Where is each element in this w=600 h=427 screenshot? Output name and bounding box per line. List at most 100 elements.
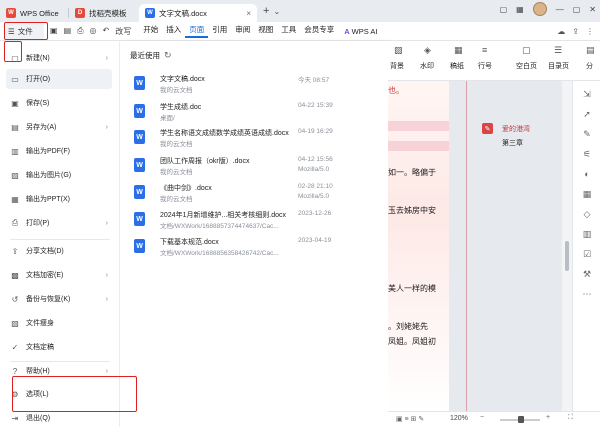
word-file-icon: W — [134, 130, 145, 144]
file-path: 我的云文档 — [160, 87, 193, 94]
menu-item-save-as[interactable]: ▤ 另存为(A) › — [6, 117, 112, 137]
tab-template[interactable]: D 找稻壳模板 — [69, 4, 139, 22]
tab-tools[interactable]: 工具 — [277, 24, 300, 38]
close-tab-icon[interactable]: × — [246, 9, 251, 18]
zoom-slider-knob[interactable] — [518, 416, 524, 423]
vertical-scrollbar[interactable] — [562, 81, 572, 411]
menu-item-label: 输出为PPT(X) — [26, 196, 70, 203]
tab-member[interactable]: 会员专享 — [300, 24, 338, 38]
tab-document[interactable]: W 文字文稿.docx × — [139, 4, 257, 22]
cloud-icon[interactable]: ☁ — [557, 27, 565, 36]
background-icon: ▨ — [394, 45, 403, 55]
recent-title-label: 最近使用 — [130, 51, 160, 60]
tab-page[interactable]: 页面 — [185, 24, 209, 38]
wps-ai-button[interactable]: A WPS AI — [344, 27, 377, 36]
chevron-right-icon: › — [105, 367, 108, 375]
word-file-icon: W — [134, 239, 145, 253]
recent-file-item[interactable]: W 学生名称语文成绩数学成绩英语成绩.docx 我的云文档 04-19 16:2… — [134, 127, 374, 153]
menu-item-export-ppt[interactable]: ▦ 输出为PPT(X) — [6, 189, 112, 209]
maximize-icon[interactable]: ▢ — [573, 5, 581, 14]
menu-item-export-image[interactable]: ▨ 输出为图片(G) — [6, 165, 112, 185]
zoom-level[interactable]: 120% — [450, 415, 468, 422]
close-window-icon[interactable]: ✕ — [589, 5, 596, 14]
menu-item-finalize[interactable]: ✓ 文档定稿 — [6, 337, 112, 357]
adjust-icon[interactable]: ⚟ — [581, 149, 593, 161]
tab-start[interactable]: 开始 — [139, 24, 162, 38]
menu-item-print[interactable]: ⎙ 打印(P) › — [6, 213, 112, 233]
print-icon: ⎙ — [11, 218, 19, 227]
chevron-right-icon: › — [105, 295, 108, 303]
chevron-right-icon: › — [105, 271, 108, 279]
file-time: 今天 08:57 — [298, 77, 330, 84]
recent-file-item[interactable]: W 2024年1月新增维护...相关考核细则.docx 文档/WXWork/16… — [134, 209, 374, 235]
file-name: 文字文稿.docx — [160, 76, 205, 83]
ribbon-label: 背景 — [390, 63, 404, 70]
undo-icon[interactable]: ↶ — [103, 26, 110, 37]
zoom-out-icon[interactable]: − — [480, 414, 484, 421]
menu-item-compress[interactable]: ▧ 文件瘦身 — [6, 313, 112, 333]
document-page[interactable]: 也。 如一。略偏于 玉去姊房中安 美人一样的模 。刘姥姥先 凤姐。凤姐初 — [388, 81, 449, 411]
menu-item-save[interactable]: ▣ 保存(S) — [6, 93, 112, 113]
compress-icon: ▧ — [11, 318, 19, 328]
tab-insert[interactable]: 插入 — [162, 24, 185, 38]
zoom-in-icon[interactable]: + — [546, 414, 550, 421]
print-quick-icon[interactable]: ⎙ — [77, 26, 83, 37]
translate-icon[interactable]: ◐ — [581, 169, 593, 181]
save-quick-icon[interactable]: ▣ — [50, 26, 58, 37]
finalize-icon: ✓ — [11, 342, 19, 352]
tab-wps-office[interactable]: W WPS Office — [0, 4, 68, 22]
tab-list-chevron-icon[interactable]: ⌄ — [273, 7, 280, 16]
expand-icon[interactable]: ⇲ — [581, 89, 593, 101]
refresh-icon[interactable]: ↻ — [164, 50, 172, 61]
menu-item-open[interactable]: ▭ 打开(O) — [6, 69, 112, 89]
view-mode-icons[interactable]: ▣ ≡ ⊞ ✎ — [396, 415, 424, 423]
ai-icon: A — [344, 26, 350, 36]
comment-user: 爱的港湾 — [502, 126, 530, 133]
window-grid-icon[interactable]: ▦ — [516, 5, 524, 14]
layout-icon[interactable]: ▦ — [581, 189, 593, 201]
recent-file-item[interactable]: W 团队工作周报（okr版）.docx 我的云文档 04-12 15:56 Mo… — [134, 155, 374, 181]
new-tab-button[interactable]: + — [263, 5, 269, 17]
tab-view[interactable]: 视图 — [254, 24, 277, 38]
file-name: 2024年1月新增维护...相关考核细则.docx — [160, 212, 287, 219]
menu-item-share[interactable]: ⇪ 分享文档(D) — [6, 241, 112, 261]
check-icon[interactable]: ☑ — [581, 249, 593, 261]
menu-item-backup[interactable]: ↺ 备份与恢复(K) › — [6, 289, 112, 309]
fit-page-icon[interactable]: ⛶ — [568, 414, 573, 422]
tab-reference[interactable]: 引用 — [208, 24, 231, 38]
edit-icon[interactable]: ✎ — [581, 129, 593, 141]
file-path: 我的云文档 — [160, 196, 193, 203]
shapes-icon[interactable]: ◇ — [581, 209, 593, 221]
comment-card[interactable]: ✎ 爱的港湾 第三章 — [474, 118, 562, 154]
menu-item-export-pdf[interactable]: ▥ 输出为PDF(F) — [6, 141, 112, 161]
recent-file-item[interactable]: W 下载基本规范.docx 文档/WXWork/1688856358426742… — [134, 236, 374, 262]
menu-bar: ☰ 文件 ▣ ▤ ⎙ ◎ ↶ 改写 开始 插入 页面 引用 审阅 视图 工具 会… — [0, 22, 600, 41]
redo-dropdown[interactable]: 改写 — [115, 26, 131, 37]
menu-item-label: 帮助(H) — [26, 368, 50, 375]
preview-quick-icon[interactable]: ◎ — [90, 26, 97, 37]
recent-file-item[interactable]: W 《曲中剑》.docx 我的云文档 02-28 21:10 Mozilla/5… — [134, 182, 374, 208]
recent-file-item[interactable]: W 文字文稿.docx 我的云文档 今天 08:57 — [134, 73, 374, 99]
tools-icon[interactable]: ⚒ — [581, 269, 593, 281]
avatar[interactable] — [532, 2, 547, 16]
comment-icon: ✎ — [482, 123, 493, 134]
menu-item-label: 新建(N) — [26, 55, 50, 62]
quick-access-toolbar: ▣ ▤ ⎙ ◎ ↶ 改写 — [50, 26, 131, 37]
chart-icon[interactable]: ▥ — [581, 229, 593, 241]
chevron-right-icon: › — [105, 123, 108, 131]
recent-file-item[interactable]: W 学生成绩.doc 桌面/ 04-22 15:39 — [134, 101, 374, 127]
layout-icon[interactable]: ▢ — [500, 5, 508, 14]
word-file-icon: W — [134, 212, 145, 226]
more-icon[interactable]: ⋮ — [586, 27, 594, 36]
word-file-icon: W — [134, 185, 145, 199]
minimize-icon[interactable]: — — [556, 5, 564, 14]
tab-review[interactable]: 审阅 — [231, 24, 254, 38]
cursor-icon[interactable]: ➚ — [581, 109, 593, 121]
more-icon[interactable]: ⋯ — [581, 289, 593, 301]
share-icon[interactable]: ⇪ — [572, 27, 579, 36]
export-pdf-quick-icon[interactable]: ▤ — [64, 26, 72, 37]
file-name: 学生成绩.doc — [160, 104, 202, 111]
scroll-thumb[interactable] — [565, 241, 569, 271]
document-text: 美人一样的模 — [388, 284, 436, 293]
menu-item-encrypt[interactable]: ▩ 文档加密(E) › — [6, 265, 112, 285]
